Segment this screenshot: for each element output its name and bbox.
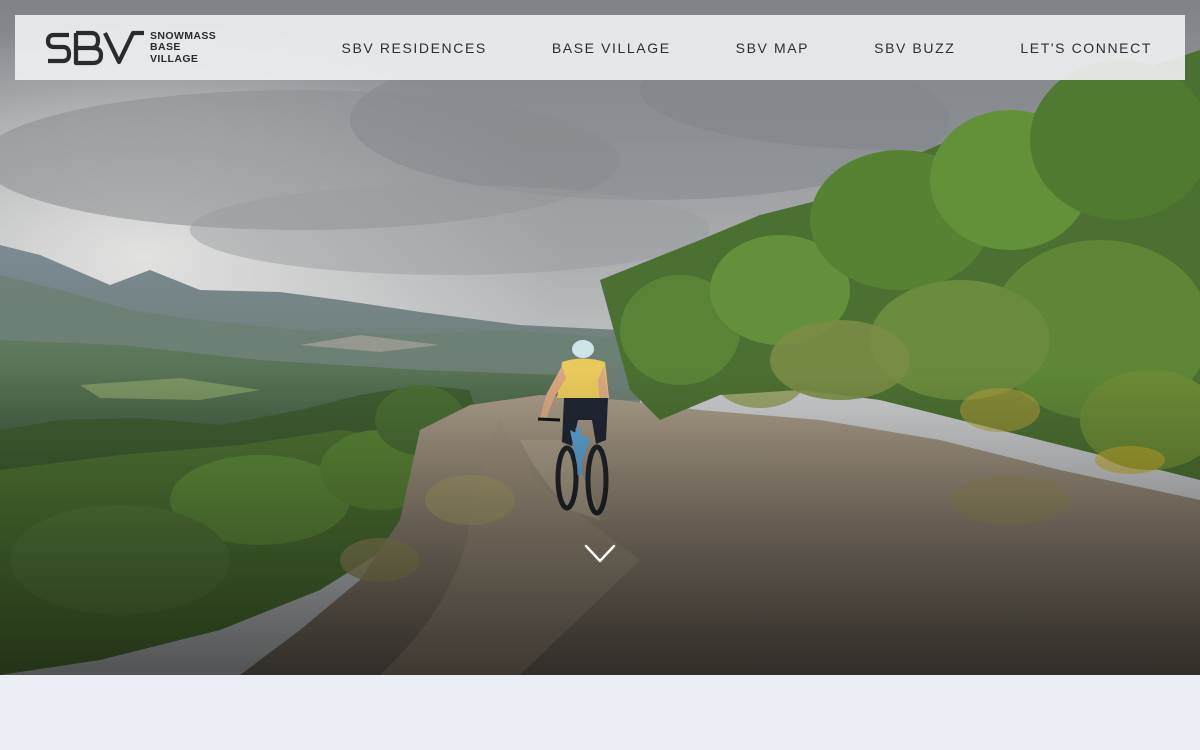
logo-wordmark: SNOWMASS BASE VILLAGE bbox=[150, 30, 216, 66]
sbv-monogram-logo bbox=[45, 30, 144, 66]
site-header: SNOWMASS BASE VILLAGE SBV RESIDENCES BAS… bbox=[15, 15, 1185, 80]
hero-video bbox=[0, 0, 1200, 675]
content-section bbox=[0, 675, 1200, 750]
nav-item-sbv-buzz[interactable]: SBV BUZZ bbox=[874, 40, 955, 56]
logo-word: VILLAGE bbox=[150, 52, 199, 65]
nav-item-base-village[interactable]: BASE VILLAGE bbox=[552, 40, 671, 56]
scroll-down-chevron-icon[interactable] bbox=[584, 543, 616, 565]
hero-background-image bbox=[0, 0, 1200, 675]
main-nav: SBV RESIDENCES BASE VILLAGE SBV MAP SBV … bbox=[342, 15, 1152, 80]
nav-item-sbv-map[interactable]: SBV MAP bbox=[736, 40, 809, 56]
nav-item-lets-connect[interactable]: LET'S CONNECT bbox=[1020, 40, 1152, 56]
nav-item-sbv-residences[interactable]: SBV RESIDENCES bbox=[342, 40, 487, 56]
sbv-logo[interactable]: SNOWMASS BASE VILLAGE bbox=[45, 29, 216, 67]
